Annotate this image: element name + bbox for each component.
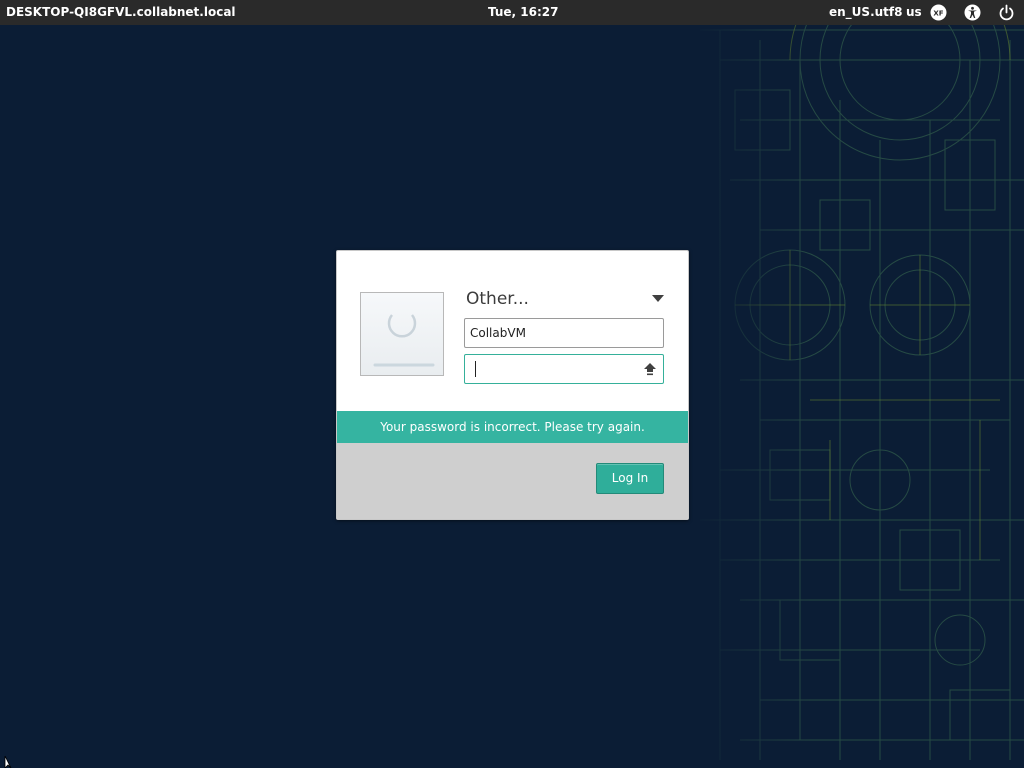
svg-text:XF: XF — [933, 10, 943, 18]
dialog-footer: Log In — [337, 443, 688, 519]
accessibility-icon[interactable] — [964, 4, 981, 21]
text-caret — [475, 361, 476, 377]
username-field[interactable] — [464, 318, 664, 348]
locale-selector[interactable]: en_US.utf8 — [829, 5, 902, 20]
login-dialog: Other... Your password is incorrect. Ple… — [336, 250, 689, 520]
hostname-label: DESKTOP-QI8GFVL.collabnet.local — [6, 5, 236, 19]
error-message: Your password is incorrect. Please try a… — [337, 411, 688, 443]
clock-label[interactable]: Tue, 16:27 — [488, 5, 558, 20]
power-icon[interactable] — [998, 4, 1015, 21]
user-selector-dropdown[interactable]: Other... — [466, 289, 664, 309]
mouse-pointer-icon — [4, 756, 16, 768]
chevron-down-icon — [652, 295, 664, 302]
user-selector-label: Other... — [466, 289, 529, 309]
top-panel: DESKTOP-QI8GFVL.collabnet.local Tue, 16:… — [0, 0, 1024, 25]
avatar-placeholder-icon — [360, 292, 444, 376]
keyboard-layout-selector[interactable]: us — [906, 5, 922, 20]
capslock-icon — [643, 362, 657, 376]
login-button[interactable]: Log In — [596, 463, 664, 494]
login-screen: DESKTOP-QI8GFVL.collabnet.local Tue, 16:… — [0, 0, 1024, 768]
password-field[interactable] — [464, 354, 664, 384]
xf-icon[interactable]: XF — [930, 4, 947, 21]
